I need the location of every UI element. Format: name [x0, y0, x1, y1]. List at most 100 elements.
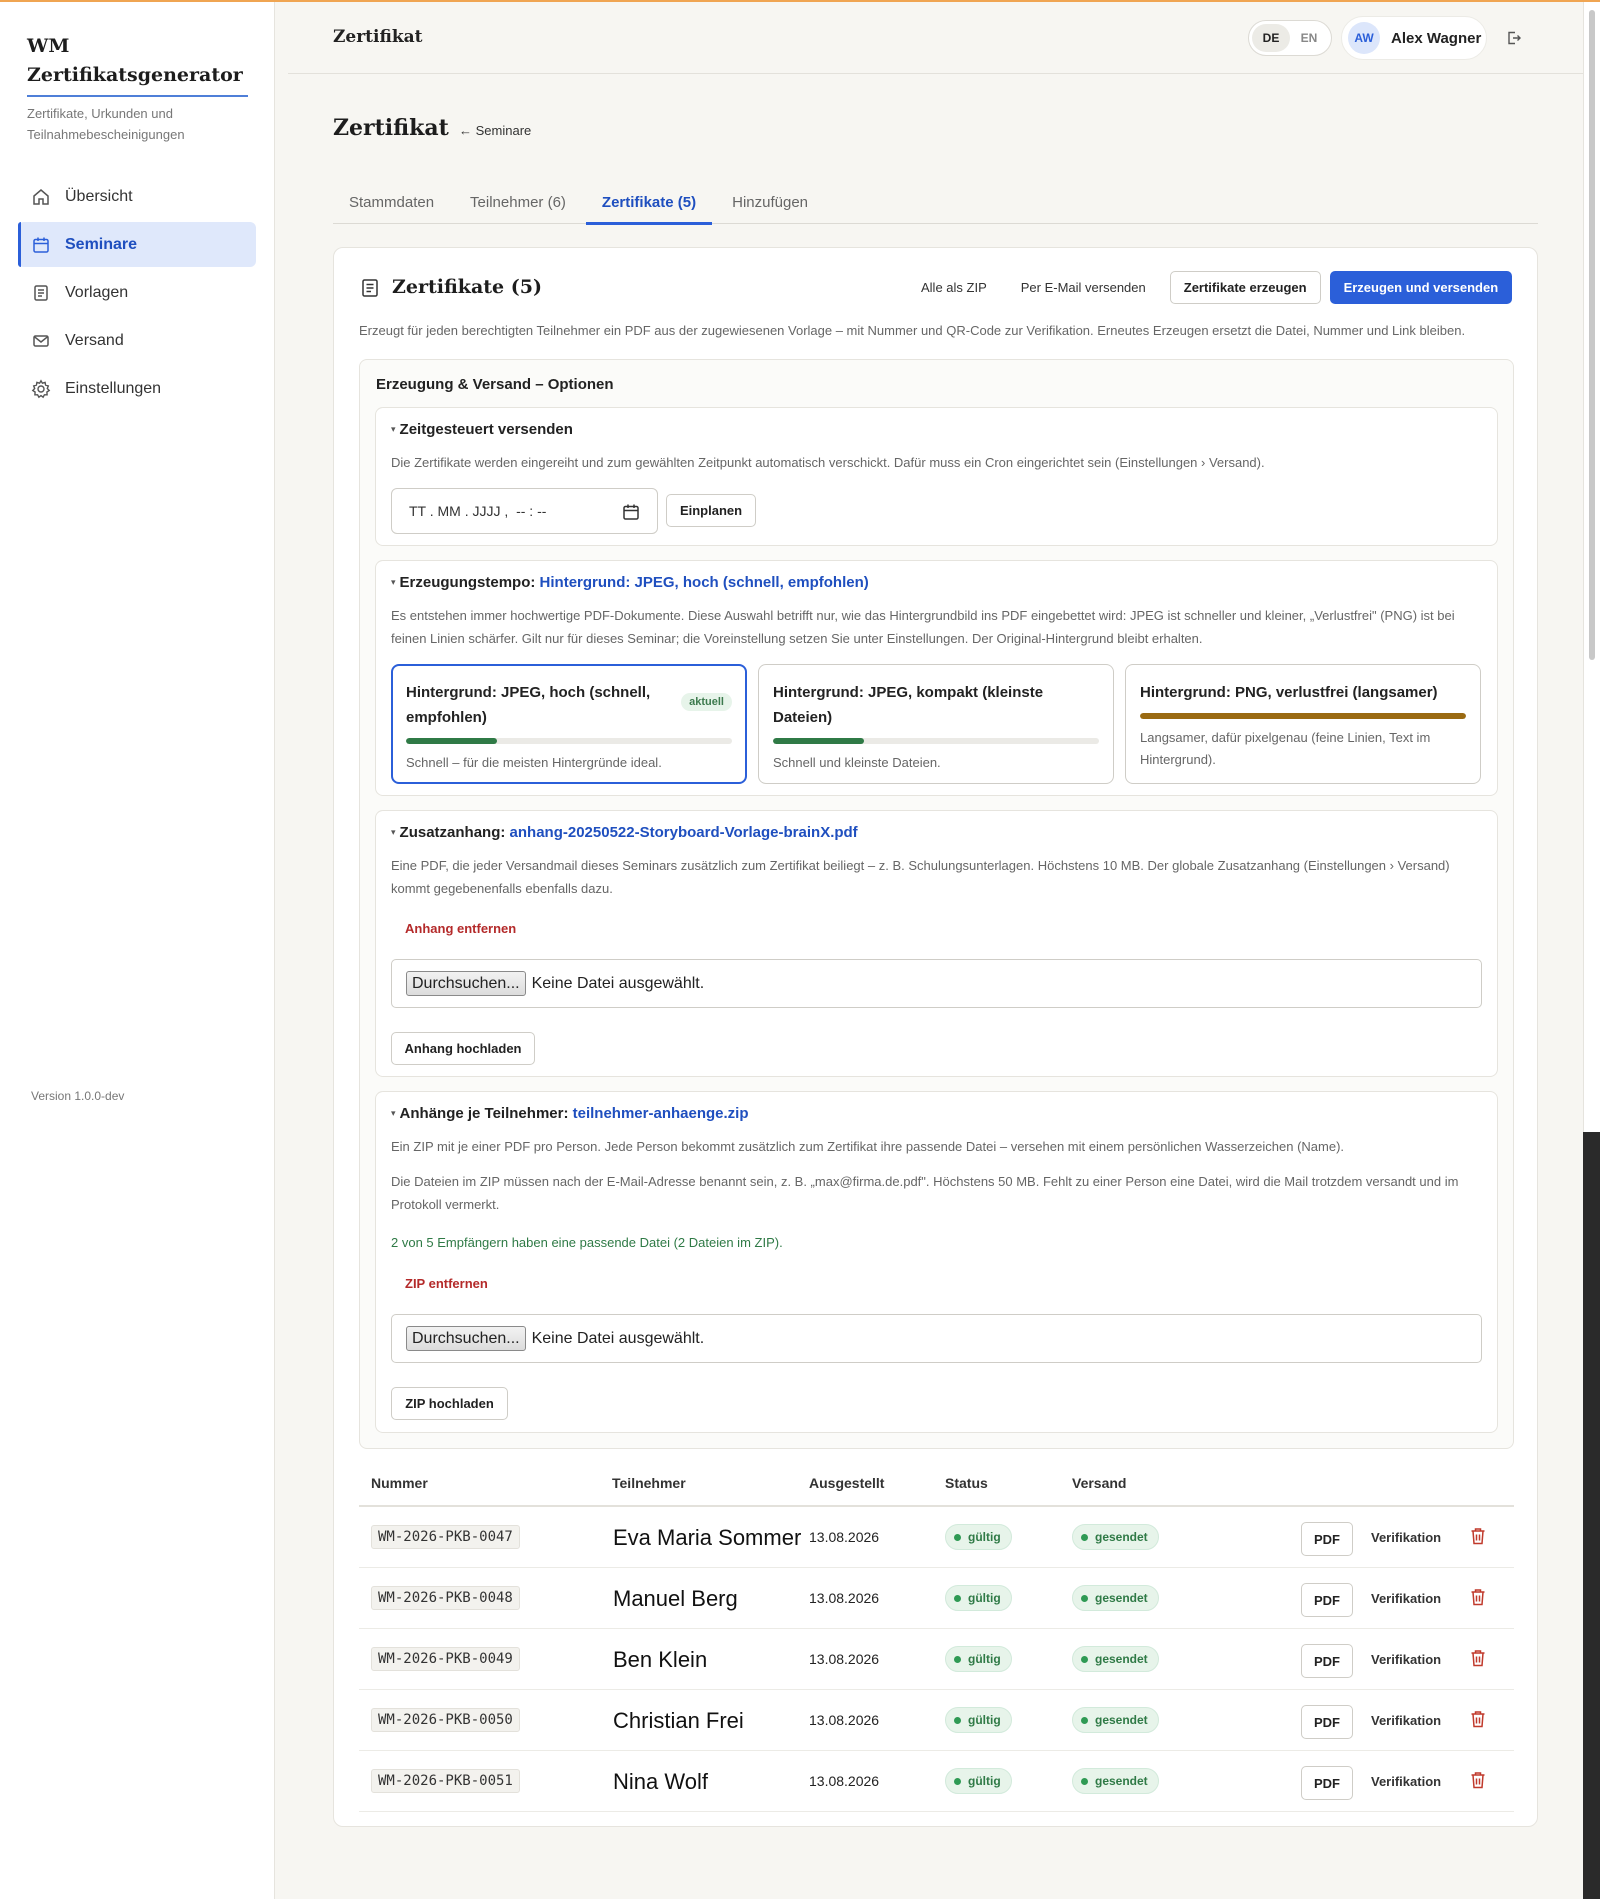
attachment-heading[interactable]: ▾ Zusatzanhang: anhang-20250522-Storyboar…	[391, 824, 858, 841]
app-version: Version 1.0.0-dev	[31, 1089, 125, 1103]
document-icon	[31, 283, 51, 303]
table-row: WM-2026-PKB-0047 Eva Maria Sommer 13.08.…	[359, 1507, 1514, 1568]
sidebar-item-einstellungen[interactable]: Einstellungen	[18, 366, 256, 411]
certificate-number: WM-2026-PKB-0048	[371, 1586, 520, 1610]
sidebar-item-label: Seminare	[65, 235, 138, 253]
speed-bar-fill	[406, 738, 498, 744]
browse-button[interactable]: Durchsuchen...	[406, 1326, 526, 1351]
speed-option-jpeg-high[interactable]: Hintergrund: JPEG, hoch (schnell, empfoh…	[391, 664, 747, 784]
certificates-card: Zertifikate (5) Alle als ZIP Per E-Mail …	[333, 247, 1538, 1827]
speed-option-png-lossless[interactable]: Hintergrund: PNG, verlustfrei (langsamer…	[1125, 664, 1481, 784]
schedule-datetime-input[interactable]: TT . MM . JJJJ , -- : --	[391, 488, 658, 534]
status-dot	[1081, 1777, 1088, 1785]
tab-hinzufuegen[interactable]: Hinzufügen	[716, 180, 824, 224]
certificate-number: WM-2026-PKB-0051	[371, 1769, 520, 1793]
send-badge: gesendet	[1072, 1524, 1159, 1550]
avatar: AW	[1348, 22, 1380, 54]
issued-date: 13.08.2026	[809, 1773, 880, 1789]
trash-icon[interactable]	[1470, 1710, 1486, 1728]
table-body: WM-2026-PKB-0047 Eva Maria Sommer 13.08.…	[359, 1507, 1514, 1812]
schedule-heading[interactable]: ▾ Zeitgesteuert versenden	[391, 421, 573, 438]
user-name: Alex Wagner	[1391, 29, 1482, 47]
status-dot	[954, 1655, 961, 1663]
sidebar-item-seminare[interactable]: Seminare	[18, 222, 256, 267]
caret-down-icon: ▾	[391, 827, 396, 837]
current-badge: aktuell	[681, 693, 732, 711]
card-title: Zertifikate (5)	[392, 276, 542, 298]
sidebar-item-vorlagen[interactable]: Vorlagen	[18, 270, 256, 315]
tab-bar: Stammdaten Teilnehmer (6) Zertifikate (5…	[333, 180, 1538, 225]
remove-attachment-link[interactable]: Anhang entfernen	[405, 921, 516, 936]
page-title: Zertifikat	[333, 115, 449, 141]
pdf-button[interactable]: PDF	[1301, 1644, 1353, 1678]
user-menu[interactable]: AW Alex Wagner	[1341, 16, 1487, 60]
participant-zip-link: teilnehmer-anhaenge.zip	[572, 1105, 749, 1122]
lang-en-button[interactable]: EN	[1290, 24, 1328, 52]
calendar-icon[interactable]	[622, 503, 640, 521]
verification-link[interactable]: Verifikation	[1371, 1530, 1441, 1545]
trash-icon[interactable]	[1470, 1649, 1486, 1667]
datetime-placeholder: TT . MM . JJJJ , -- : --	[409, 503, 547, 519]
sidebar-item-versand[interactable]: Versand	[18, 318, 256, 363]
top-header: Zertifikat DE EN AW Alex Wagner	[288, 2, 1583, 74]
gear-icon	[31, 378, 51, 399]
match-status-text: 2 von 5 Empfängern haben eine passende D…	[391, 1235, 783, 1250]
tab-zertifikate[interactable]: Zertifikate (5)	[585, 180, 713, 225]
remove-zip-link[interactable]: ZIP entfernen	[405, 1276, 488, 1291]
verification-link[interactable]: Verifikation	[1371, 1713, 1441, 1728]
sidebar: WM Zertifikatsgenerator Zertifikate, Urk…	[0, 2, 275, 1899]
browse-button[interactable]: Durchsuchen...	[406, 971, 526, 996]
certificate-number: WM-2026-PKB-0050	[371, 1708, 520, 1732]
attachment-file-link: anhang-20250522-Storyboard-Vorlage-brain…	[509, 824, 858, 841]
pdf-button[interactable]: PDF	[1301, 1705, 1353, 1739]
tab-teilnehmer[interactable]: Teilnehmer (6)	[454, 180, 582, 224]
sidebar-item-label: Übersicht	[65, 187, 133, 205]
download-zip-button[interactable]: Alle als ZIP	[907, 270, 1001, 304]
back-to-seminare-link[interactable]: ← Seminare	[459, 123, 531, 138]
card-actions: Alle als ZIP Per E-Mail versenden Zertif…	[907, 270, 1513, 304]
option-title: Hintergrund: JPEG, hoch (schnell, empfoh…	[406, 684, 651, 726]
pdf-button[interactable]: PDF	[1301, 1522, 1353, 1556]
option-title: Hintergrund: JPEG, kompakt (kleinste Dat…	[773, 684, 1044, 726]
status-dot	[954, 1777, 961, 1785]
speed-option-jpeg-compact[interactable]: Hintergrund: JPEG, kompakt (kleinste Dat…	[758, 664, 1114, 784]
pdf-button[interactable]: PDF	[1301, 1583, 1353, 1617]
generate-button[interactable]: Zertifikate erzeugen	[1169, 270, 1321, 304]
verification-link[interactable]: Verifikation	[1371, 1591, 1441, 1606]
send-email-button[interactable]: Per E-Mail versenden	[1007, 270, 1160, 304]
options-title: Erzeugung & Versand – Optionen	[376, 376, 614, 393]
pdf-button[interactable]: PDF	[1301, 1766, 1353, 1800]
speed-bar-fill	[773, 738, 865, 744]
scrollbar-thumb[interactable]	[1589, 10, 1595, 660]
upload-zip-button[interactable]: ZIP hochladen	[391, 1387, 508, 1420]
upload-attachment-button[interactable]: Anhang hochladen	[391, 1032, 535, 1065]
brand-title[interactable]: WM Zertifikatsgenerator	[27, 32, 248, 97]
verification-link[interactable]: Verifikation	[1371, 1652, 1441, 1667]
status-badge: gültig	[945, 1707, 1012, 1733]
status-badge: gültig	[945, 1524, 1012, 1550]
sidebar-item-uebersicht[interactable]: Übersicht	[18, 174, 256, 219]
schedule-button[interactable]: Einplanen	[666, 494, 756, 527]
certificate-number: WM-2026-PKB-0049	[371, 1647, 520, 1671]
participant-attachments-heading[interactable]: ▾ Anhänge je Teilnehmer: teilnehmer-anhae…	[391, 1105, 749, 1122]
schedule-text: Die Zertifikate werden eingereiht und zu…	[391, 455, 1265, 470]
tab-stammdaten[interactable]: Stammdaten	[333, 180, 450, 224]
verification-link[interactable]: Verifikation	[1371, 1774, 1441, 1789]
speed-heading[interactable]: ▾ Erzeugungstempo: Hintergrund: JPEG, hoc…	[391, 574, 869, 591]
table-row: WM-2026-PKB-0048 Manuel Berg 13.08.2026 …	[359, 1568, 1514, 1629]
option-description: Langsamer, dafür pixelgenau (feine Linie…	[1140, 730, 1431, 767]
trash-icon[interactable]	[1470, 1588, 1486, 1606]
attachment-file-input[interactable]: Durchsuchen... Keine Datei ausgewählt.	[391, 959, 1482, 1008]
certificate-number: WM-2026-PKB-0047	[371, 1525, 520, 1549]
column-header: Ausgestellt	[809, 1475, 885, 1491]
logout-icon[interactable]	[1506, 30, 1522, 46]
option-title: Hintergrund: PNG, verlustfrei (langsamer…	[1140, 684, 1438, 701]
speed-bar	[773, 738, 1099, 744]
generate-and-send-button[interactable]: Erzeugen und versenden	[1329, 270, 1513, 304]
zip-file-input[interactable]: Durchsuchen... Keine Datei ausgewählt.	[391, 1314, 1482, 1363]
trash-icon[interactable]	[1470, 1527, 1486, 1545]
send-badge: gesendet	[1072, 1646, 1159, 1672]
lang-de-button[interactable]: DE	[1252, 24, 1290, 52]
trash-icon[interactable]	[1470, 1771, 1486, 1789]
speed-bar	[1140, 713, 1466, 719]
